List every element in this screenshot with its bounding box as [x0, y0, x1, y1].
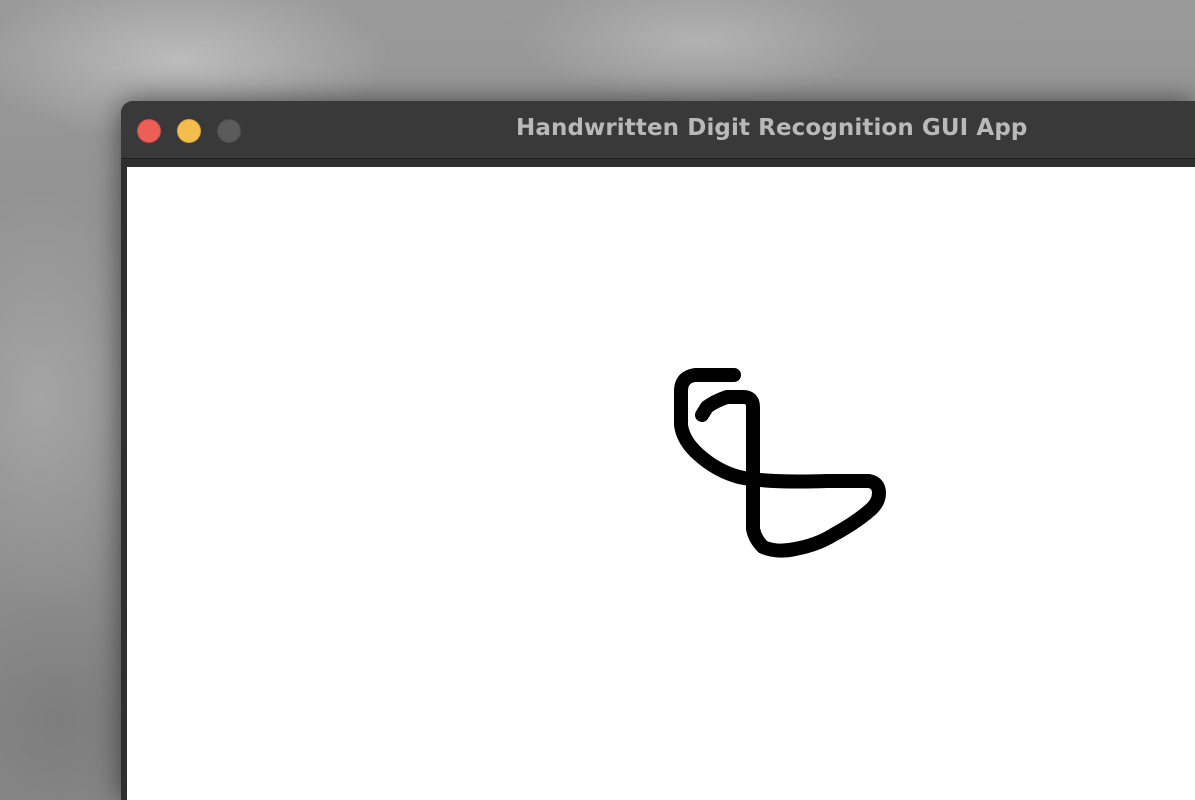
minimize-button[interactable] — [177, 119, 201, 143]
zoom-button[interactable] — [217, 119, 241, 143]
window-title: Handwritten Digit Recognition GUI App — [516, 115, 1028, 141]
title-bar[interactable]: Handwritten Digit Recognition GUI App — [121, 101, 1195, 159]
handwritten-digit-stroke — [674, 368, 886, 558]
app-window: Handwritten Digit Recognition GUI App — [121, 101, 1195, 800]
close-button[interactable] — [137, 119, 161, 143]
drawing-canvas[interactable] — [127, 167, 1195, 800]
